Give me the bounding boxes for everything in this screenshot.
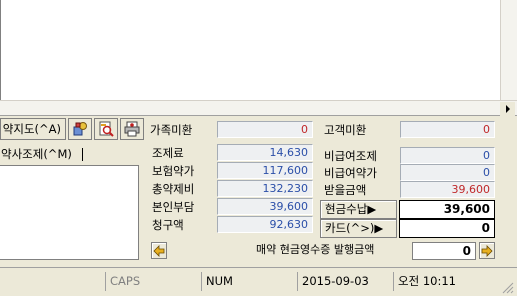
vertical-scrollbar[interactable] — [500, 0, 517, 100]
status-time: 오전 10:11 — [393, 272, 493, 291]
cash-payment-button[interactable]: 현금수납▶ — [320, 200, 397, 219]
pharmacist-dispense-tab[interactable]: 약사조제(^M) — [0, 143, 100, 165]
tab-divider — [82, 148, 83, 161]
amount-due-value: 39,600 — [400, 181, 495, 198]
medicine-button[interactable] — [68, 118, 92, 140]
status-bar: CAPS NUM 2015-09-03 오전 10:11 — [0, 267, 517, 296]
caps-indicator: CAPS — [105, 272, 201, 291]
dispensing-fee-label: 조제료 — [152, 146, 184, 160]
resize-grip-icon — [502, 282, 514, 294]
printer-stamp-button[interactable] — [120, 118, 144, 140]
rx-guide-tab[interactable]: 약지도(^A) — [0, 118, 66, 140]
insurance-drug-price-value: 117,600 — [217, 162, 313, 179]
cash-receipt-input[interactable]: 0 — [412, 242, 476, 260]
prev-button[interactable] — [151, 242, 167, 259]
status-date: 2015-09-03 — [297, 272, 393, 291]
search-document-icon — [99, 121, 114, 137]
scroll-right-arrow-icon — [505, 105, 510, 113]
card-payment-button[interactable]: 카드(^>)▶ — [320, 219, 397, 238]
non-covered-drug-price-value: 0 — [400, 164, 495, 181]
arrow-right-icon — [481, 244, 493, 257]
cash-receipt-label: 매약 현금영수증 발행금액 — [256, 243, 375, 256]
search-document-button[interactable] — [94, 118, 118, 140]
copay-label: 본인부담 — [152, 200, 195, 214]
customer-unpaid-value: 0 — [400, 121, 495, 138]
non-covered-drug-price-label: 비급여약가 — [324, 166, 377, 180]
family-unpaid-value: 0 — [217, 121, 313, 138]
family-unpaid-label: 가족미환 — [150, 123, 193, 137]
horizontal-scrollbar[interactable] — [0, 100, 517, 116]
total-drug-cost-label: 총약제비 — [152, 182, 195, 196]
printer-stamp-icon — [124, 121, 140, 137]
pharmacist-dispense-list[interactable] — [0, 165, 139, 260]
copay-value: 39,600 — [217, 198, 313, 215]
card-payment-input[interactable]: 0 — [399, 219, 495, 238]
dispensing-fee-value: 14,630 — [217, 144, 313, 161]
cash-payment-input[interactable]: 39,600 — [399, 200, 495, 219]
scroll-right-button[interactable] — [500, 102, 515, 116]
arrow-left-icon — [153, 244, 165, 257]
status-cell-empty — [5, 272, 105, 291]
claim-amount-value: 92,630 — [217, 216, 313, 233]
left-panel: 약지도(^A) 약사조제(^M) — [0, 117, 147, 264]
non-covered-dispensing-label: 비급여조제 — [324, 149, 377, 163]
main-content-area — [0, 0, 500, 100]
customer-unpaid-label: 고객미환 — [324, 123, 367, 137]
num-indicator: NUM — [201, 272, 297, 291]
resize-grip[interactable] — [500, 280, 514, 294]
amount-due-label: 받을금액 — [324, 183, 367, 197]
insurance-drug-price-label: 보험약가 — [152, 164, 195, 178]
non-covered-dispensing-value: 0 — [400, 147, 495, 164]
claim-amount-label: 청구액 — [152, 218, 184, 232]
next-button[interactable] — [479, 242, 495, 259]
medicine-icon — [73, 122, 87, 136]
total-drug-cost-value: 132,230 — [217, 180, 313, 197]
